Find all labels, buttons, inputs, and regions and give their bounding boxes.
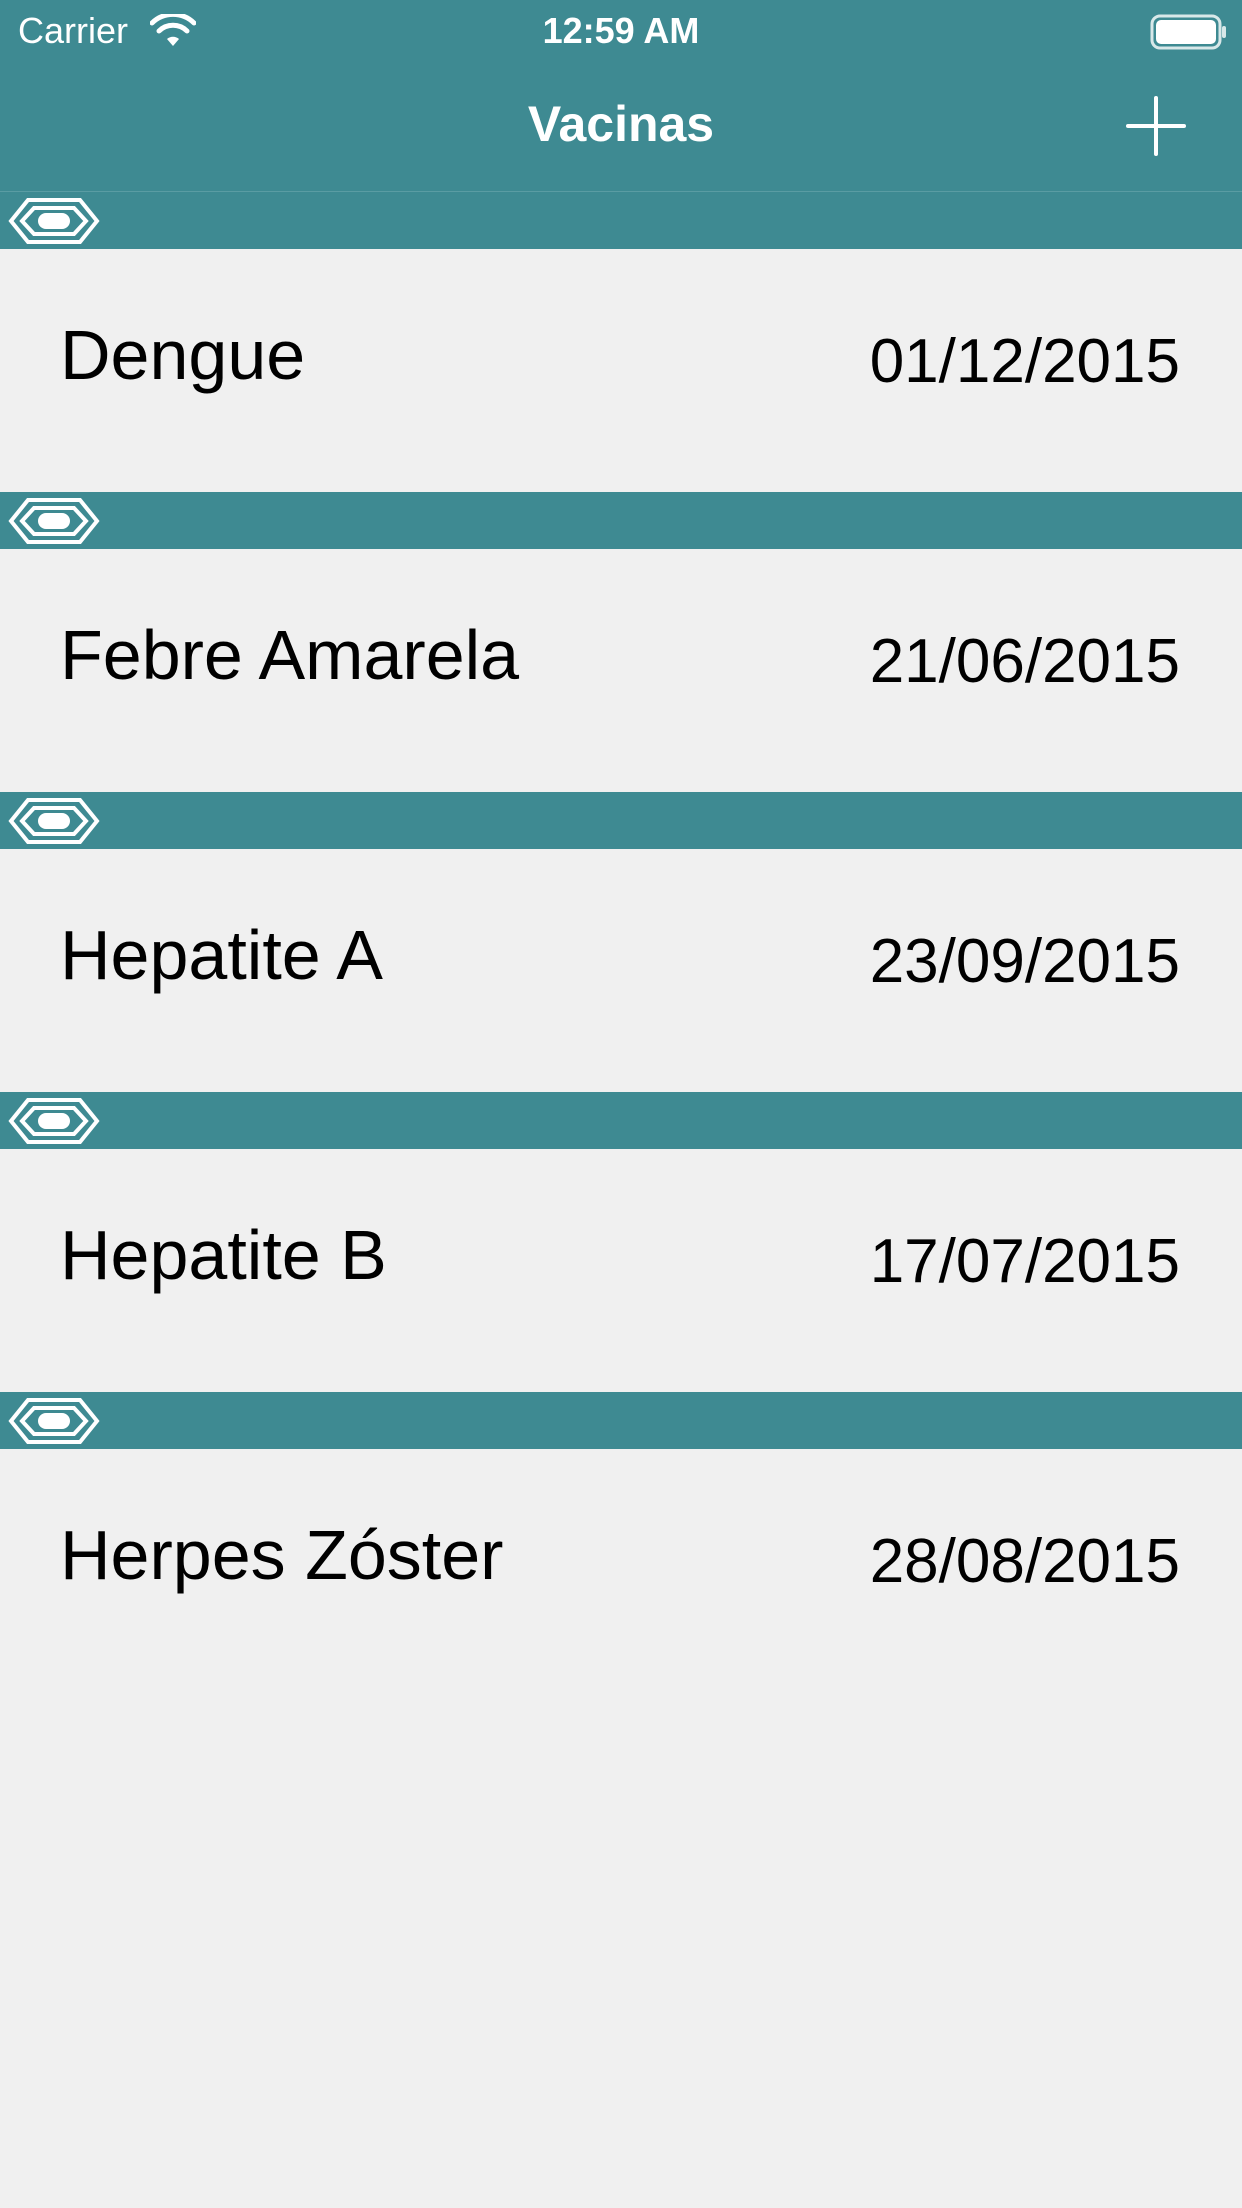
capsule-icon bbox=[8, 498, 100, 544]
vaccine-date: 28/08/2015 bbox=[869, 1527, 1180, 1596]
capsule-icon bbox=[8, 198, 100, 244]
vaccine-section: Hepatite B 17/07/2015 bbox=[0, 1092, 1242, 1392]
capsule-icon bbox=[8, 1098, 100, 1144]
vaccine-name: Febre Amarela bbox=[60, 616, 520, 694]
capsule-icon bbox=[8, 798, 100, 844]
vaccine-section: Febre Amarela 21/06/2015 bbox=[0, 492, 1242, 792]
vaccine-row[interactable]: Herpes Zóster 28/08/2015 bbox=[0, 1449, 1242, 1692]
status-bar: Carrier 12:59 AM bbox=[0, 0, 1242, 62]
vaccine-section: Herpes Zóster 28/08/2015 bbox=[0, 1392, 1242, 1692]
vaccine-name: Hepatite A bbox=[60, 916, 383, 994]
vaccine-section: Hepatite A 23/09/2015 bbox=[0, 792, 1242, 1092]
vaccine-date: 23/09/2015 bbox=[869, 927, 1180, 996]
section-header bbox=[0, 1092, 1242, 1149]
vaccine-name: Hepatite B bbox=[60, 1216, 387, 1294]
vaccine-date: 21/06/2015 bbox=[869, 627, 1180, 696]
vaccine-date: 01/12/2015 bbox=[869, 327, 1180, 396]
vaccine-list: Dengue 01/12/2015 Febre Amarela 21/06/20… bbox=[0, 192, 1242, 1692]
vaccine-name: Herpes Zóster bbox=[60, 1516, 504, 1594]
section-header bbox=[0, 492, 1242, 549]
vaccine-row[interactable]: Dengue 01/12/2015 bbox=[0, 249, 1242, 492]
vaccine-row[interactable]: Febre Amarela 21/06/2015 bbox=[0, 549, 1242, 792]
section-header bbox=[0, 1392, 1242, 1449]
vaccine-section: Dengue 01/12/2015 bbox=[0, 192, 1242, 492]
vaccine-row[interactable]: Hepatite B 17/07/2015 bbox=[0, 1149, 1242, 1392]
battery-icon bbox=[1150, 14, 1226, 50]
navigation-bar: Vacinas bbox=[0, 62, 1242, 192]
add-vaccine-button[interactable] bbox=[1120, 90, 1192, 162]
page-title: Vacinas bbox=[527, 96, 715, 152]
vaccine-date: 17/07/2015 bbox=[869, 1227, 1180, 1296]
capsule-icon bbox=[8, 1398, 100, 1444]
status-time: 12:59 AM bbox=[542, 10, 700, 51]
vaccine-name: Dengue bbox=[60, 316, 306, 394]
vaccine-row[interactable]: Hepatite A 23/09/2015 bbox=[0, 849, 1242, 1092]
section-header bbox=[0, 192, 1242, 249]
section-header bbox=[0, 792, 1242, 849]
